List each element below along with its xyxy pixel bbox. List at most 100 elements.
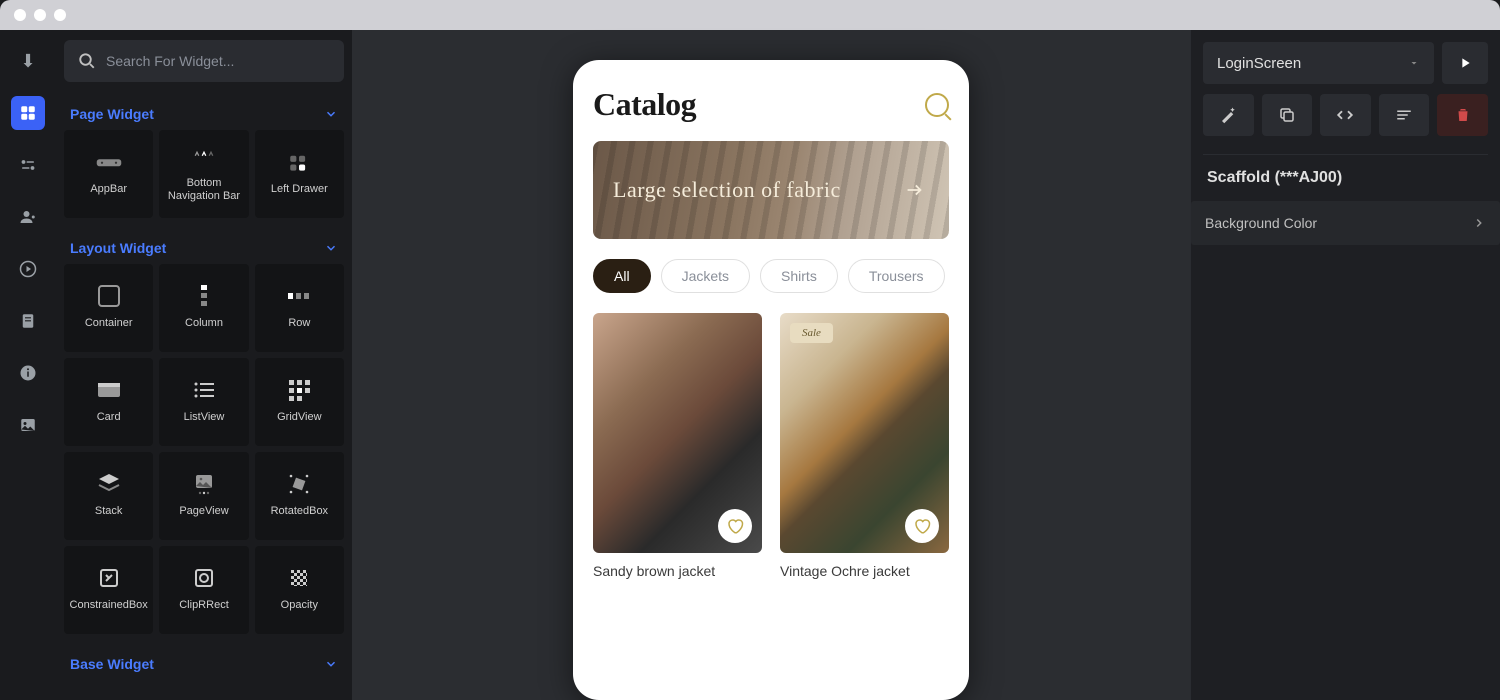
favorite-button[interactable] xyxy=(905,509,939,543)
product-card-2[interactable]: Sale Vintage Ochre jacket xyxy=(780,313,949,579)
edit-button[interactable] xyxy=(1203,94,1254,136)
align-button[interactable] xyxy=(1379,94,1430,136)
widget-label: AppBar xyxy=(86,183,131,196)
design-canvas[interactable]: Catalog Large selection of fabric All Ja… xyxy=(352,30,1190,700)
traffic-light-close[interactable] xyxy=(14,9,26,21)
widget-opacity[interactable]: Opacity xyxy=(255,546,344,634)
run-button[interactable] xyxy=(1442,42,1488,84)
column-icon xyxy=(190,282,218,310)
promo-banner[interactable]: Large selection of fabric xyxy=(593,141,949,239)
traffic-light-max[interactable] xyxy=(54,9,66,21)
rail-widgets-icon[interactable] xyxy=(11,96,45,130)
traffic-light-min[interactable] xyxy=(34,9,46,21)
filter-chips: All Jackets Shirts Trousers Suits xyxy=(593,259,949,293)
widget-listview[interactable]: ListView xyxy=(159,358,248,446)
widget-label: Left Drawer xyxy=(267,183,332,196)
row-icon xyxy=(285,282,313,310)
chip-jackets[interactable]: Jackets xyxy=(661,259,750,293)
constrained-icon xyxy=(95,564,123,592)
widget-container[interactable]: Container xyxy=(64,264,153,352)
widget-search[interactable] xyxy=(64,40,344,82)
copy-button[interactable] xyxy=(1262,94,1313,136)
widget-constrainedbox[interactable]: ConstrainedBox xyxy=(64,546,153,634)
product-name: Vintage Ochre jacket xyxy=(780,563,949,579)
widget-leftdrawer[interactable]: Left Drawer xyxy=(255,130,344,218)
heart-icon xyxy=(913,517,931,535)
widget-label: Bottom Navigation Bar xyxy=(159,177,248,203)
chip-shirts[interactable]: Shirts xyxy=(760,259,838,293)
chip-all[interactable]: All xyxy=(593,259,651,293)
widget-label: ListView xyxy=(180,411,229,424)
appbar-icon xyxy=(95,154,123,172)
section-label: Base Widget xyxy=(70,656,154,672)
delete-button[interactable] xyxy=(1437,94,1488,136)
widget-label: ClipRRect xyxy=(175,599,233,612)
widget-label: PageView xyxy=(175,505,232,518)
inspector-panel: LoginScreen Scaffold (***AJ00) Backgroun… xyxy=(1190,30,1500,700)
widget-label: Opacity xyxy=(277,599,322,612)
rail-download-icon[interactable]: ⬇ xyxy=(11,44,45,78)
window-titlebar xyxy=(0,0,1500,30)
caret-down-icon xyxy=(1408,57,1420,69)
rail-settings-icon[interactable] xyxy=(11,148,45,182)
section-base-widget[interactable]: Base Widget xyxy=(64,646,344,680)
widget-label: Stack xyxy=(91,505,127,518)
widget-row[interactable]: Row xyxy=(255,264,344,352)
device-frame[interactable]: Catalog Large selection of fabric All Ja… xyxy=(573,60,969,700)
widget-gridview[interactable]: GridView xyxy=(255,358,344,446)
widget-search-input[interactable] xyxy=(106,53,330,69)
trash-icon xyxy=(1454,106,1472,124)
search-icon xyxy=(78,52,96,70)
widget-rotatedbox[interactable]: RotatedBox xyxy=(255,452,344,540)
widget-card[interactable]: Card xyxy=(64,358,153,446)
rail-play-icon[interactable] xyxy=(11,252,45,286)
prop-label: Background Color xyxy=(1205,215,1317,231)
grid-icon xyxy=(285,376,313,404)
section-page-widget[interactable]: Page Widget xyxy=(64,96,344,130)
prop-background-color[interactable]: Background Color xyxy=(1191,201,1500,245)
screen-select-value: LoginScreen xyxy=(1217,55,1301,72)
widget-label: Column xyxy=(181,317,227,330)
widget-label: Card xyxy=(93,411,125,424)
inspector-node-title: Scaffold (***AJ00) xyxy=(1203,154,1488,201)
chevron-down-icon xyxy=(324,107,338,121)
pageview-icon xyxy=(190,470,218,498)
code-icon xyxy=(1336,106,1354,124)
banner-text: Large selection of fabric xyxy=(613,177,841,203)
section-label: Page Widget xyxy=(70,106,154,122)
widget-cliprrect[interactable]: ClipRRect xyxy=(159,546,248,634)
product-name: Sandy brown jacket xyxy=(593,563,762,579)
screen-select[interactable]: LoginScreen xyxy=(1203,42,1434,84)
bottomnav-icon xyxy=(190,147,218,165)
wand-icon xyxy=(1219,106,1237,124)
rail-info-icon[interactable] xyxy=(11,356,45,390)
rail-image-icon[interactable] xyxy=(11,408,45,442)
drawer-icon xyxy=(285,154,313,172)
chip-trousers[interactable]: Trousers xyxy=(848,259,945,293)
copy-icon xyxy=(1278,106,1296,124)
left-rail: ⬇ xyxy=(0,30,56,700)
chevron-down-icon xyxy=(324,241,338,255)
chevron-right-icon xyxy=(1472,216,1486,230)
opacity-icon xyxy=(285,564,313,592)
widget-label: Container xyxy=(81,317,137,330)
widget-stack[interactable]: Stack xyxy=(64,452,153,540)
section-layout-widget[interactable]: Layout Widget xyxy=(64,230,344,264)
page-title: Catalog xyxy=(593,86,696,123)
product-card-1[interactable]: Sandy brown jacket xyxy=(593,313,762,579)
code-button[interactable] xyxy=(1320,94,1371,136)
favorite-button[interactable] xyxy=(718,509,752,543)
clip-icon xyxy=(190,564,218,592)
container-icon xyxy=(95,282,123,310)
widget-bottomnav[interactable]: Bottom Navigation Bar xyxy=(159,130,248,218)
widget-column[interactable]: Column xyxy=(159,264,248,352)
product-image xyxy=(593,313,762,553)
widget-label: RotatedBox xyxy=(267,505,332,518)
rail-doc-icon[interactable] xyxy=(11,304,45,338)
card-icon xyxy=(95,376,123,404)
rail-person-icon[interactable] xyxy=(11,200,45,234)
widget-label: ConstrainedBox xyxy=(66,599,152,612)
catalog-search-icon[interactable] xyxy=(925,93,949,117)
widget-appbar[interactable]: AppBar xyxy=(64,130,153,218)
widget-pageview[interactable]: PageView xyxy=(159,452,248,540)
